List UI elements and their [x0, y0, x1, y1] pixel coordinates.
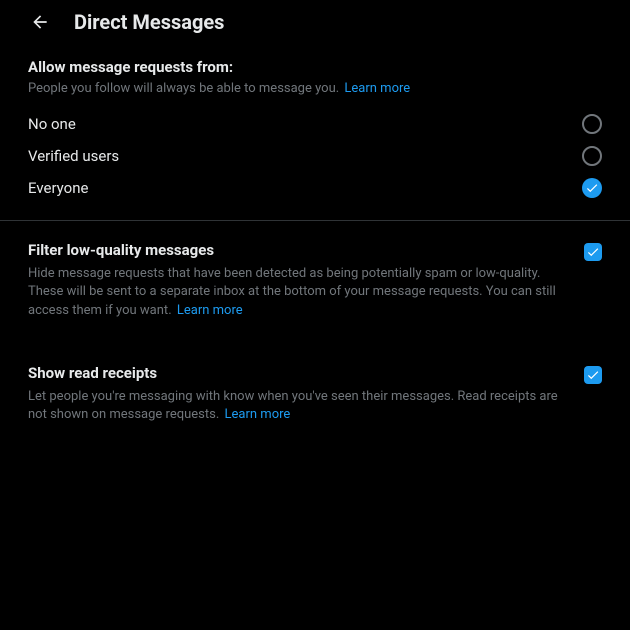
radio-icon-unselected	[582, 146, 602, 166]
filter-setting-row[interactable]: Filter low-quality messages	[16, 229, 614, 261]
page-header: Direct Messages	[0, 0, 630, 50]
learn-more-link[interactable]: Learn more	[344, 81, 410, 96]
filter-desc-text: Hide message requests that have been det…	[28, 266, 556, 317]
learn-more-link[interactable]: Learn more	[225, 407, 291, 422]
filter-description: Hide message requests that have been det…	[16, 261, 614, 320]
radio-option-everyone[interactable]: Everyone	[16, 172, 614, 204]
learn-more-link[interactable]: Learn more	[177, 303, 243, 318]
radio-label-everyone: Everyone	[28, 179, 88, 197]
allow-requests-section: Allow message requests from: People you …	[0, 50, 630, 220]
radio-option-verified[interactable]: Verified users	[16, 140, 614, 172]
radio-icon-selected	[582, 178, 602, 198]
radio-icon-unselected	[582, 114, 602, 134]
allow-requests-radio-group: No one Verified users Everyone	[16, 108, 614, 204]
receipts-desc-text: Let people you're messaging with know wh…	[28, 389, 558, 422]
back-arrow-icon[interactable]	[30, 12, 50, 32]
filter-title: Filter low-quality messages	[28, 241, 214, 259]
radio-label-no-one: No one	[28, 115, 76, 133]
receipts-section: Show read receipts Let people you're mes…	[0, 336, 630, 440]
allow-requests-desc-text: People you follow will always be able to…	[28, 81, 339, 96]
page-title: Direct Messages	[74, 10, 224, 34]
filter-section: Filter low-quality messages Hide message…	[0, 221, 630, 336]
receipts-description: Let people you're messaging with know wh…	[16, 384, 614, 424]
allow-requests-title: Allow message requests from:	[16, 58, 614, 76]
receipts-setting-row[interactable]: Show read receipts	[16, 352, 614, 384]
receipts-title: Show read receipts	[28, 364, 157, 382]
allow-requests-description: People you follow will always be able to…	[16, 80, 614, 98]
radio-option-no-one[interactable]: No one	[16, 108, 614, 140]
radio-label-verified: Verified users	[28, 147, 119, 165]
checkbox-checked-icon[interactable]	[584, 366, 602, 384]
checkbox-checked-icon[interactable]	[584, 243, 602, 261]
